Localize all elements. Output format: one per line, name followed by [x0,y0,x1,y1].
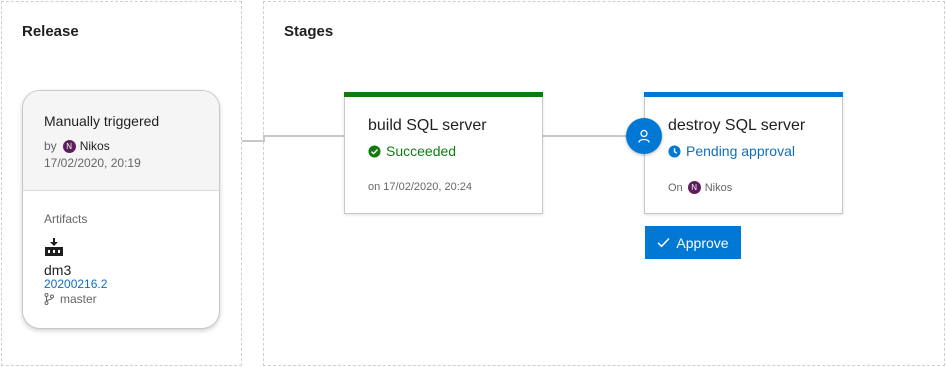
branch-name: master [60,292,97,306]
build-artifact-icon [45,238,63,256]
stage-status-text: Pending approval [686,143,795,159]
stage-status-text: Succeeded [386,143,457,159]
avatar: N [62,139,76,153]
stage-completed-date: on 17/02/2020, 20:24 [368,181,472,193]
stage-connector-between [543,135,627,137]
artifact-name: dm3 [44,262,72,278]
checkmark-icon [657,237,670,248]
meta-prefix: On [668,181,683,194]
branch-icon [44,293,54,305]
stages-panel-title: Stages [284,23,334,40]
person-icon [638,129,650,143]
stage-name: destroy SQL server [668,117,806,134]
release-connector [242,140,264,142]
check-circle-icon [368,144,381,158]
stage-status[interactable]: Pending approval [668,143,795,159]
stage-card-destroy-sql-server[interactable]: destroy SQL server Pending approval On N… [644,92,843,214]
release-card[interactable]: Manually triggered by N Nikos 17/02/2020… [22,90,220,329]
approve-button-label: Approve [676,234,729,251]
by-label: by [44,139,57,153]
stage-name: build SQL server [368,117,487,134]
artifact-branch: master [44,292,97,306]
user-name: Nikos [79,139,110,153]
clock-icon [668,144,681,158]
approver-badge[interactable] [626,118,662,154]
avatar: N [687,181,701,194]
stage-connector-in [264,135,344,137]
stage-meta: On N Nikos [668,181,732,194]
meta-user: Nikos [704,181,733,194]
artifacts-label: Artifacts [44,212,88,226]
stage-status: Succeeded [368,143,456,159]
stage-status-bar [344,92,543,97]
artifact-version-link[interactable]: 20200216.2 [44,277,107,291]
stage-status-bar [644,92,843,97]
release-panel-title: Release [22,23,79,40]
trigger-title: Manually triggered [44,113,160,129]
triggered-by: by N Nikos [44,139,110,153]
stage-card-build-sql-server[interactable]: build SQL server Succeeded on 17/02/2020… [344,92,543,214]
trigger-date: 17/02/2020, 20:19 [44,156,141,170]
approve-button[interactable]: Approve [645,226,741,259]
